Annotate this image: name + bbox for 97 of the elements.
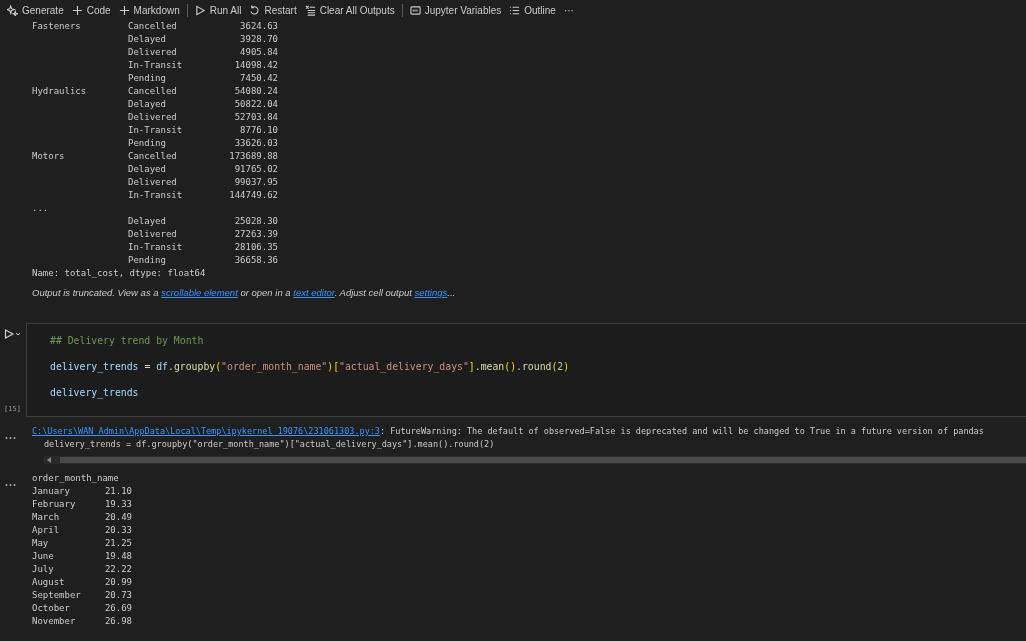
note-link[interactable]: text editor	[293, 287, 335, 298]
category-text: Fasteners	[32, 20, 82, 33]
value-text: 33626.03	[233, 137, 278, 150]
value-text: 36658.36	[233, 254, 278, 267]
status-text: Delivered	[128, 111, 178, 124]
code-cell[interactable]: ## Delivery trend by Month delivery_trends = df.groupby("order_month_name")["actual_delivery_days"].mean().round(2) delivery_trends	[26, 323, 1026, 417]
code-line: delivery_trends	[50, 386, 140, 399]
value-text: 22.22	[103, 563, 132, 576]
value-text: 52703.84	[233, 111, 278, 124]
more-icon[interactable]	[5, 483, 16, 487]
status-text: Delayed	[128, 33, 167, 46]
run-cell-button[interactable]	[4, 329, 21, 339]
value-text: 21.25	[103, 537, 132, 550]
toolbar-button[interactable]: Generate	[3, 1, 68, 19]
value-text: 20.73	[103, 589, 132, 602]
status-text: In-Transit	[128, 59, 184, 72]
source-line-text: delivery_trends = df.groupby("order_month_name")["actual_delivery_days"].mean().round(2)	[43, 438, 496, 451]
plus-icon	[118, 4, 130, 16]
series-info-text: Name: total_cost, dtype: float64	[32, 268, 206, 278]
more-icon[interactable]	[5, 436, 16, 440]
value-text: 26.98	[103, 615, 132, 628]
note-link[interactable]: settings	[414, 287, 448, 298]
category-text: Motors	[32, 150, 66, 163]
value-text: 144749.62	[228, 189, 278, 202]
month-text: August	[32, 576, 66, 589]
value-text: 26.69	[103, 602, 132, 615]
truncation-note: Output is truncated. View as a scrollable element or open in a text editor. Adjust cell output settings...	[32, 286, 457, 299]
value-text: 20.33	[103, 524, 132, 537]
clear-icon	[304, 4, 316, 16]
index-name-text: order_month_name	[32, 473, 119, 483]
category-text: Hydraulics	[32, 85, 88, 98]
toolbar-button[interactable]: Code	[67, 1, 115, 19]
month-text: April	[32, 524, 61, 537]
play-icon	[194, 4, 206, 16]
status-text: Pending	[128, 72, 167, 85]
value-text: 173689.88	[228, 150, 278, 163]
month-text: October	[32, 602, 71, 615]
plus-icon	[71, 4, 83, 16]
status-text: Delivered	[128, 176, 178, 189]
restart-icon	[249, 4, 261, 16]
value-text: 54080.24	[233, 85, 278, 98]
month-text: February	[32, 498, 77, 511]
month-text: July	[32, 563, 55, 576]
sparkle-icon	[7, 4, 18, 16]
month-text: June	[32, 550, 55, 563]
value-text: 8776.10	[239, 124, 278, 137]
toolbar-button[interactable]: Jupyter Variables	[405, 1, 506, 19]
value-text: 19.33	[103, 498, 132, 511]
month-text: January	[32, 485, 71, 498]
scroll-left-icon[interactable]	[46, 457, 52, 463]
status-text: Delayed	[128, 163, 167, 176]
value-text: 3928.70	[239, 33, 278, 46]
status-text: Pending	[128, 254, 167, 267]
list-icon	[509, 4, 521, 16]
status-text: Delayed	[128, 215, 167, 228]
value-text: 21.10	[103, 485, 132, 498]
status-text: Delivered	[128, 228, 178, 241]
status-text: In-Transit	[128, 124, 184, 137]
month-text: May	[32, 537, 50, 550]
status-text: In-Transit	[128, 241, 184, 254]
month-text: September	[32, 589, 82, 602]
value-text: 14098.42	[233, 59, 278, 72]
month-text: November	[32, 615, 77, 628]
category-text: ...	[32, 202, 50, 215]
value-text: 19.48	[103, 550, 132, 563]
more-button[interactable]: ···	[559, 1, 578, 19]
value-text: 27263.39	[233, 228, 278, 241]
toolbar-button[interactable]: Run All	[190, 1, 246, 19]
warning-text: C:\Users\WAN_Admin\AppData\Local\Temp\ipykernel_19076\231061303.py:3: FutureWarning: The default of observed=False is deprecated and will be changed to True in a future version of pandas	[32, 425, 985, 438]
toolbar-button[interactable]: Markdown	[114, 1, 184, 19]
value-text: 20.49	[103, 511, 132, 524]
toolbar-button[interactable]: Restart	[245, 1, 301, 19]
value-text: 3624.63	[239, 20, 278, 33]
value-text: 99037.95	[233, 176, 278, 189]
note-link[interactable]: scrollable element	[161, 287, 238, 298]
horizontal-scrollbar[interactable]	[44, 456, 1026, 464]
value-text: 20.99	[103, 576, 132, 589]
status-text: Cancelled	[128, 85, 178, 98]
value-text: 25028.30	[233, 215, 278, 228]
month-text: March	[32, 511, 61, 524]
value-text: 4905.84	[239, 46, 278, 59]
value-text: 50822.04	[233, 98, 278, 111]
value-text: 91765.02	[233, 163, 278, 176]
code-line: delivery_trends = df.groupby("order_month_name")["actual_delivery_days"].mean().round(2)	[50, 360, 571, 373]
status-text: In-Transit	[128, 189, 184, 202]
status-text: Cancelled	[128, 20, 178, 33]
status-text: Delivered	[128, 46, 178, 59]
toolbar-button[interactable]: Clear All Outputs	[300, 1, 399, 19]
value-text: 28106.35	[233, 241, 278, 254]
variables-icon	[409, 4, 421, 16]
file-path-link[interactable]: C:\Users\WAN_Admin\AppData\Local\Temp\ipykernel_19076\231061303.py:3	[32, 426, 380, 436]
status-text: Cancelled	[128, 150, 178, 163]
value-text: 7450.42	[239, 72, 278, 85]
status-text: Pending	[128, 137, 167, 150]
code-line: ## Delivery trend by Month	[50, 334, 205, 347]
toolbar-button[interactable]: Outline	[505, 1, 560, 19]
status-text: Delayed	[128, 98, 167, 111]
